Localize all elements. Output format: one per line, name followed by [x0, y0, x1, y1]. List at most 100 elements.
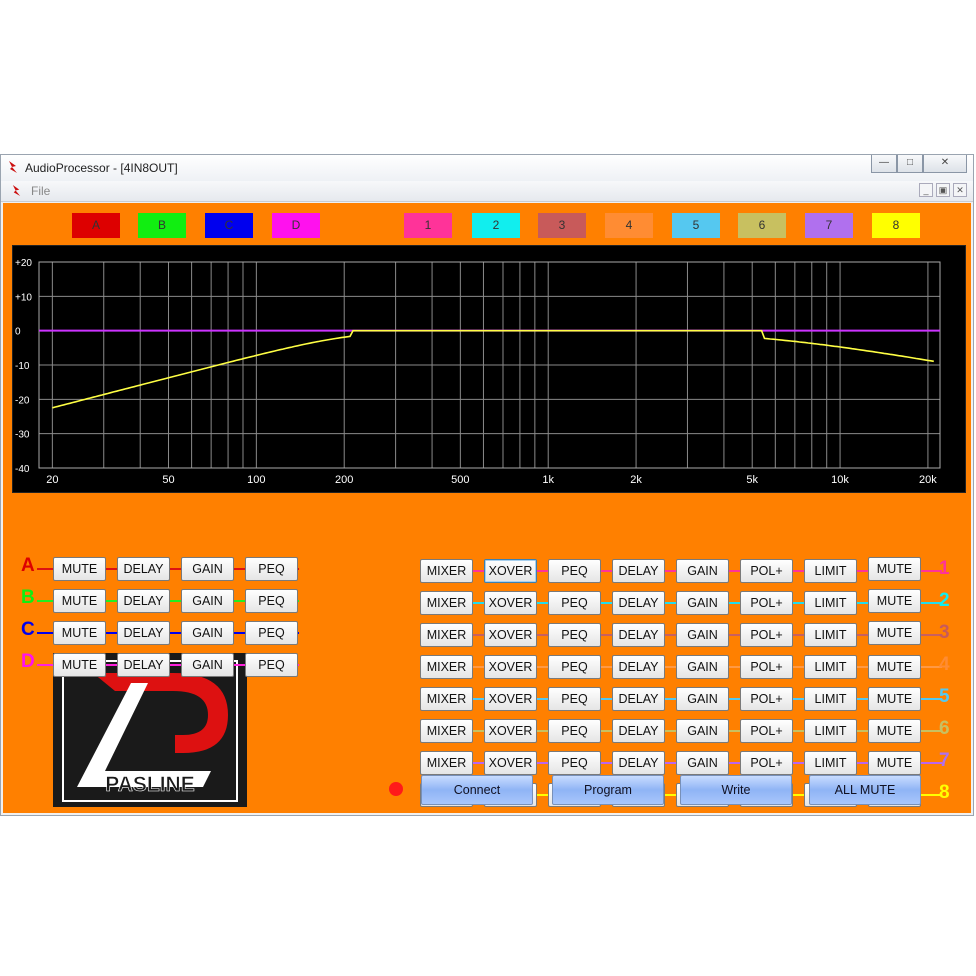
- output-2-xover-button[interactable]: XOVER: [484, 591, 537, 615]
- output-4-polplus-button[interactable]: POL+: [740, 655, 793, 679]
- output-7-xover-button[interactable]: XOVER: [484, 751, 537, 775]
- output-2-mixer-button[interactable]: MIXER: [420, 591, 473, 615]
- output-6-polplus-button[interactable]: POL+: [740, 719, 793, 743]
- input-b-gain-button[interactable]: GAIN: [181, 589, 234, 613]
- mdi-restore-button[interactable]: ▣: [936, 183, 950, 197]
- close-button[interactable]: ✕: [923, 155, 967, 173]
- input-d-delay-button[interactable]: DELAY: [117, 653, 170, 677]
- output-5-limit-button[interactable]: LIMIT: [804, 687, 857, 711]
- output-6-mixer-button[interactable]: MIXER: [420, 719, 473, 743]
- input-select-a[interactable]: A: [72, 213, 120, 238]
- input-d-gain-button[interactable]: GAIN: [181, 653, 234, 677]
- minimize-button[interactable]: —: [871, 155, 897, 173]
- output-7-mute-button[interactable]: MUTE: [868, 751, 921, 775]
- output-select-5[interactable]: 5: [672, 213, 720, 238]
- input-b-mute-button[interactable]: MUTE: [53, 589, 106, 613]
- output-3-xover-button[interactable]: XOVER: [484, 623, 537, 647]
- output-3-peq-button[interactable]: PEQ: [548, 623, 601, 647]
- output-5-delay-button[interactable]: DELAY: [612, 687, 665, 711]
- output-5-peq-button[interactable]: PEQ: [548, 687, 601, 711]
- output-2-peq-button[interactable]: PEQ: [548, 591, 601, 615]
- output-select-3[interactable]: 3: [538, 213, 586, 238]
- output-7-gain-button[interactable]: GAIN: [676, 751, 729, 775]
- output-5-polplus-button[interactable]: POL+: [740, 687, 793, 711]
- output-2-delay-button[interactable]: DELAY: [612, 591, 665, 615]
- output-6-xover-button[interactable]: XOVER: [484, 719, 537, 743]
- output-select-6[interactable]: 6: [738, 213, 786, 238]
- input-a-delay-button[interactable]: DELAY: [117, 557, 170, 581]
- output-2-mute-button[interactable]: MUTE: [868, 589, 921, 613]
- output-7-mixer-button[interactable]: MIXER: [420, 751, 473, 775]
- input-select-c[interactable]: C: [205, 213, 253, 238]
- output-4-peq-button[interactable]: PEQ: [548, 655, 601, 679]
- output-1-delay-button[interactable]: DELAY: [612, 559, 665, 583]
- output-1-mute-button[interactable]: MUTE: [868, 557, 921, 581]
- output-5-gain-button[interactable]: GAIN: [676, 687, 729, 711]
- input-a-gain-button[interactable]: GAIN: [181, 557, 234, 581]
- output-6-mute-button[interactable]: MUTE: [868, 719, 921, 743]
- output-6-limit-button[interactable]: LIMIT: [804, 719, 857, 743]
- mdi-close-button[interactable]: ✕: [953, 183, 967, 197]
- output-7-polplus-button[interactable]: POL+: [740, 751, 793, 775]
- output-4-mixer-button[interactable]: MIXER: [420, 655, 473, 679]
- output-1-limit-button[interactable]: LIMIT: [804, 559, 857, 583]
- output-1-gain-button[interactable]: GAIN: [676, 559, 729, 583]
- output-select-2[interactable]: 2: [472, 213, 520, 238]
- input-select-d[interactable]: D: [272, 213, 320, 238]
- output-7-limit-button[interactable]: LIMIT: [804, 751, 857, 775]
- input-a-mute-button[interactable]: MUTE: [53, 557, 106, 581]
- output-select-1[interactable]: 1: [404, 213, 452, 238]
- output-5-mixer-button[interactable]: MIXER: [420, 687, 473, 711]
- output-6-peq-button[interactable]: PEQ: [548, 719, 601, 743]
- output-4-xover-button[interactable]: XOVER: [484, 655, 537, 679]
- output-3-delay-button[interactable]: DELAY: [612, 623, 665, 647]
- output-7-delay-button[interactable]: DELAY: [612, 751, 665, 775]
- connect-button[interactable]: Connect: [421, 775, 533, 805]
- output-7-peq-button[interactable]: PEQ: [548, 751, 601, 775]
- y-tick-label: -20: [15, 395, 30, 406]
- output-3-mixer-button[interactable]: MIXER: [420, 623, 473, 647]
- output-2-polplus-button[interactable]: POL+: [740, 591, 793, 615]
- output-2-limit-button[interactable]: LIMIT: [804, 591, 857, 615]
- output-4-mute-button[interactable]: MUTE: [868, 655, 921, 679]
- all-mute-button[interactable]: ALL MUTE: [809, 775, 921, 805]
- output-select-4[interactable]: 4: [605, 213, 653, 238]
- input-b-peq-button[interactable]: PEQ: [245, 589, 298, 613]
- mdi-minimize-button[interactable]: _: [919, 183, 933, 197]
- output-3-limit-button[interactable]: LIMIT: [804, 623, 857, 647]
- output-label-5: 5: [939, 686, 950, 707]
- output-1-polplus-button[interactable]: POL+: [740, 559, 793, 583]
- output-1-xover-button[interactable]: XOVER: [484, 559, 537, 583]
- output-select-7[interactable]: 7: [805, 213, 853, 238]
- input-select-b[interactable]: B: [138, 213, 186, 238]
- output-3-mute-button[interactable]: MUTE: [868, 621, 921, 645]
- input-c-gain-button[interactable]: GAIN: [181, 621, 234, 645]
- output-5-xover-button[interactable]: XOVER: [484, 687, 537, 711]
- output-1-mixer-button[interactable]: MIXER: [420, 559, 473, 583]
- output-4-limit-button[interactable]: LIMIT: [804, 655, 857, 679]
- y-tick-label: -10: [15, 361, 30, 372]
- output-select-8[interactable]: 8: [872, 213, 920, 238]
- output-6-delay-button[interactable]: DELAY: [612, 719, 665, 743]
- output-4-gain-button[interactable]: GAIN: [676, 655, 729, 679]
- menu-file[interactable]: File: [31, 184, 50, 198]
- input-c-delay-button[interactable]: DELAY: [117, 621, 170, 645]
- input-d-mute-button[interactable]: MUTE: [53, 653, 106, 677]
- output-5-mute-button[interactable]: MUTE: [868, 687, 921, 711]
- input-c-peq-button[interactable]: PEQ: [245, 621, 298, 645]
- frequency-response-graph: +20 +10 0 -10 -20 -30 -40 20 50 100 200 500 1k 2k 5k 10…: [12, 245, 966, 493]
- input-a-peq-button[interactable]: PEQ: [245, 557, 298, 581]
- input-d-peq-button[interactable]: PEQ: [245, 653, 298, 677]
- output-2-gain-button[interactable]: GAIN: [676, 591, 729, 615]
- output-1-peq-button[interactable]: PEQ: [548, 559, 601, 583]
- input-c-mute-button[interactable]: MUTE: [53, 621, 106, 645]
- maximize-button[interactable]: □: [897, 155, 923, 173]
- input-b-delay-button[interactable]: DELAY: [117, 589, 170, 613]
- output-4-delay-button[interactable]: DELAY: [612, 655, 665, 679]
- connection-status-led: [389, 782, 403, 796]
- program-button[interactable]: Program: [552, 775, 664, 805]
- output-3-gain-button[interactable]: GAIN: [676, 623, 729, 647]
- write-button[interactable]: Write: [680, 775, 792, 805]
- output-6-gain-button[interactable]: GAIN: [676, 719, 729, 743]
- output-3-polplus-button[interactable]: POL+: [740, 623, 793, 647]
